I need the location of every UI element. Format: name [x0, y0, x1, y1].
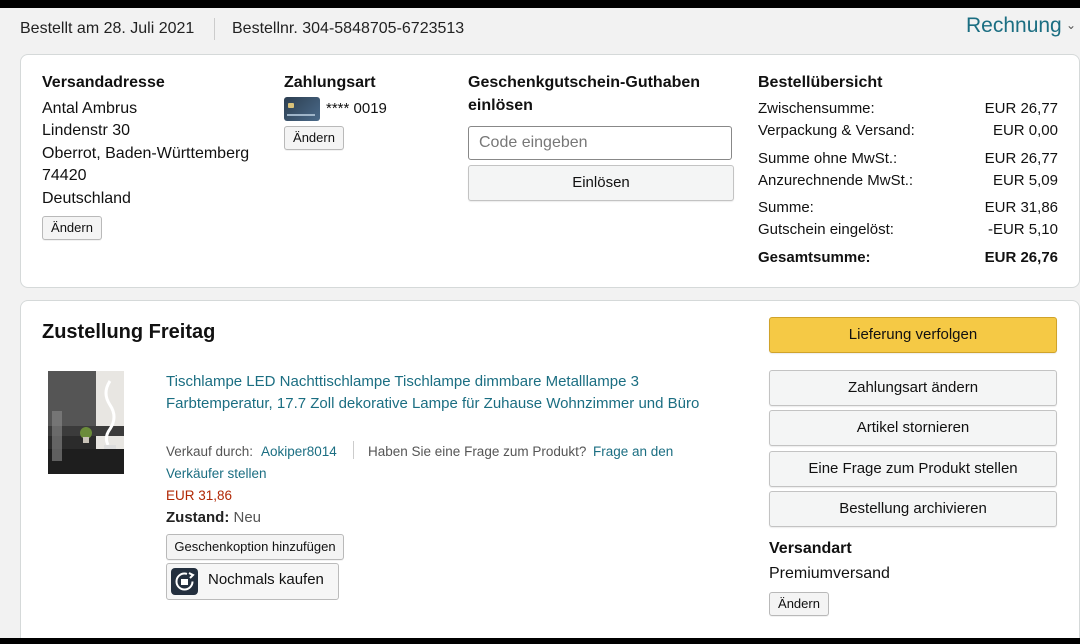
invoice-dropdown[interactable]: Rechnung [966, 14, 1062, 38]
shipping-address-title: Versandadresse [42, 74, 165, 91]
product-title-link[interactable]: Tischlampe LED Nachttischlampe Tischlamp… [166, 371, 726, 415]
summary-value: EUR 0,00 [992, 122, 1058, 139]
ask-product-question-button[interactable]: Eine Frage zum Produkt stellen [769, 451, 1057, 487]
gift-card-title-line1: Geschenkgutschein-Guthaben [468, 74, 701, 91]
change-payment-button[interactable]: Ändern [284, 126, 344, 150]
summary-label: Gutschein eingelöst: [758, 221, 894, 238]
redeem-button[interactable]: Einlösen [468, 165, 734, 201]
change-address-button[interactable]: Ändern [42, 216, 102, 240]
chevron-down-icon[interactable]: ⌄ [1066, 18, 1076, 32]
shipping-method-title: Versandart [769, 540, 852, 557]
summary-label: Anzurechnende MwSt.: [758, 172, 914, 189]
summary-row-vat: Anzurechnende MwSt.: EUR 5,09 [758, 170, 1058, 192]
gift-code-input[interactable] [468, 126, 732, 160]
summary-value: -EUR 5,10 [987, 221, 1058, 238]
delivery-title: Zustellung Freitag [42, 321, 216, 343]
summary-value: EUR 26,77 [984, 150, 1058, 167]
summary-label: Verpackung & Versand: [758, 122, 915, 139]
payment-title: Zahlungsart [284, 74, 376, 91]
summary-label: Summe: [758, 199, 814, 216]
meta-divider [353, 441, 354, 459]
summary-label: Zwischensumme: [758, 100, 875, 117]
track-delivery-button[interactable]: Lieferung verfolgen [769, 317, 1057, 353]
address-line-city: Oberrot, Baden-Württemberg [42, 145, 250, 162]
summary-row-subtotal: Zwischensumme: EUR 26,77 [758, 98, 1058, 120]
product-price: EUR 31,86 [166, 488, 233, 503]
shipping-method-value: Premiumversand [769, 565, 890, 582]
sold-by-label: Verkauf durch: [166, 444, 254, 459]
summary-value: EUR 31,86 [984, 199, 1058, 216]
address-line-country: Deutschland [42, 190, 131, 207]
order-header: Bestellt am 28. Juli 2021 Bestellnr. 304… [0, 8, 1080, 52]
top-black-bar [0, 0, 1080, 8]
archive-order-button[interactable]: Bestellung archivieren [769, 491, 1057, 527]
ask-seller-link-part1[interactable]: Frage an den [593, 441, 673, 463]
order-details-card: Versandadresse Antal Ambrus Lindenstr 30… [20, 54, 1080, 288]
condition-value: Neu [233, 509, 262, 526]
summary-label: Gesamtsumme: [758, 249, 871, 266]
condition-label: Zustand: [166, 509, 230, 526]
seller-link[interactable]: Aokiper8014 [261, 441, 337, 463]
question-text: Haben Sie eine Frage zum Produkt? [368, 444, 587, 459]
change-shipping-method-button[interactable]: Ändern [769, 592, 829, 616]
summary-value: EUR 5,09 [992, 172, 1058, 189]
product-image[interactable] [48, 371, 124, 474]
address-line-name: Antal Ambrus [42, 100, 138, 117]
bottom-black-bar [0, 638, 1080, 644]
credit-card-icon [284, 97, 320, 121]
buy-again-label: Nochmals kaufen [208, 571, 324, 588]
gift-card-title-line2: einlösen [468, 97, 533, 114]
summary-row-total: Summe: EUR 31,86 [758, 197, 1058, 219]
change-payment-method-button[interactable]: Zahlungsart ändern [769, 370, 1057, 406]
card-number: **** 0019 [326, 100, 387, 117]
product-condition: Zustand: Neu [166, 507, 261, 529]
summary-value: EUR 26,77 [984, 100, 1058, 117]
header-divider [214, 18, 215, 40]
summary-row-shipping: Verpackung & Versand: EUR 0,00 [758, 120, 1058, 142]
order-number: Bestellnr. 304-5848705-6723513 [232, 20, 465, 37]
address-line-street: Lindenstr 30 [42, 122, 131, 139]
rebuy-icon [171, 568, 198, 595]
add-gift-option-button[interactable]: Geschenkoption hinzufügen [166, 534, 344, 560]
ask-seller-link-part2[interactable]: Verkäufer stellen [166, 463, 267, 485]
summary-title: Bestellübersicht [758, 74, 883, 91]
summary-row-grand-total: Gesamtsumme: EUR 26,76 [758, 247, 1058, 269]
address-line-zip: 74420 [42, 167, 87, 184]
summary-value: EUR 26,76 [984, 249, 1058, 266]
cancel-item-button[interactable]: Artikel stornieren [769, 410, 1057, 446]
buy-again-button[interactable]: Nochmals kaufen [166, 563, 339, 600]
summary-label: Summe ohne MwSt.: [758, 150, 898, 167]
summary-row-net: Summe ohne MwSt.: EUR 26,77 [758, 148, 1058, 170]
summary-row-voucher: Gutschein eingelöst: -EUR 5,10 [758, 219, 1058, 241]
delivery-card: Zustellung Freitag Tischlampe LED Nachtt… [20, 300, 1080, 641]
order-date: Bestellt am 28. Juli 2021 [20, 20, 195, 37]
